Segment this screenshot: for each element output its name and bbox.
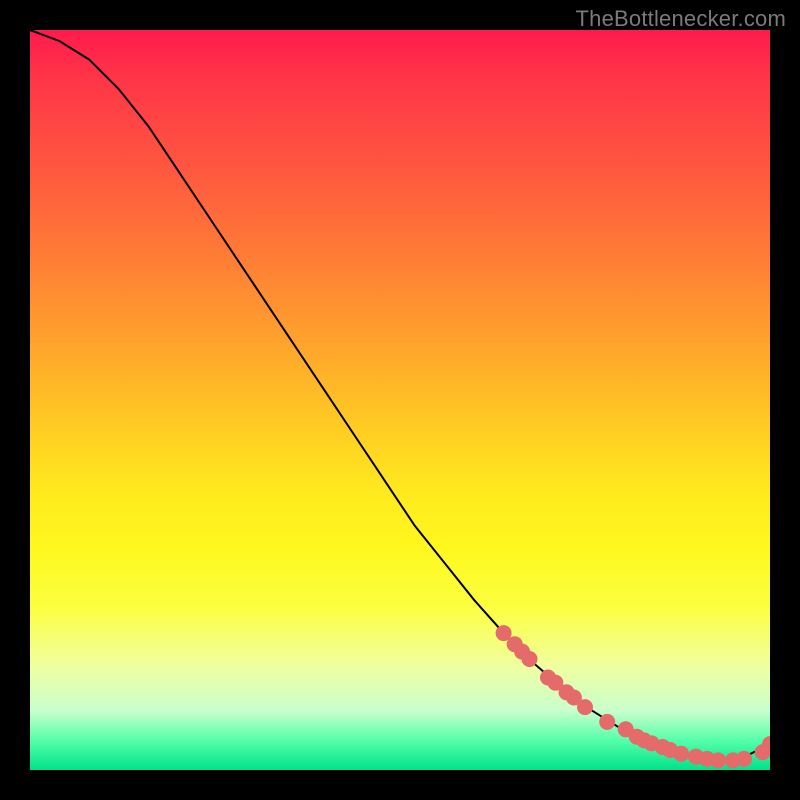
- data-point: [736, 751, 752, 767]
- plot-area: [30, 30, 770, 770]
- data-point: [710, 752, 726, 768]
- curve-line: [30, 30, 770, 761]
- data-point: [673, 746, 689, 762]
- chart-frame: TheBottlenecker.com: [0, 0, 800, 800]
- data-markers: [496, 625, 770, 768]
- data-point: [522, 651, 538, 667]
- chart-svg: [30, 30, 770, 770]
- data-point: [599, 714, 615, 730]
- data-point: [577, 699, 593, 715]
- watermark-label: TheBottlenecker.com: [576, 6, 786, 32]
